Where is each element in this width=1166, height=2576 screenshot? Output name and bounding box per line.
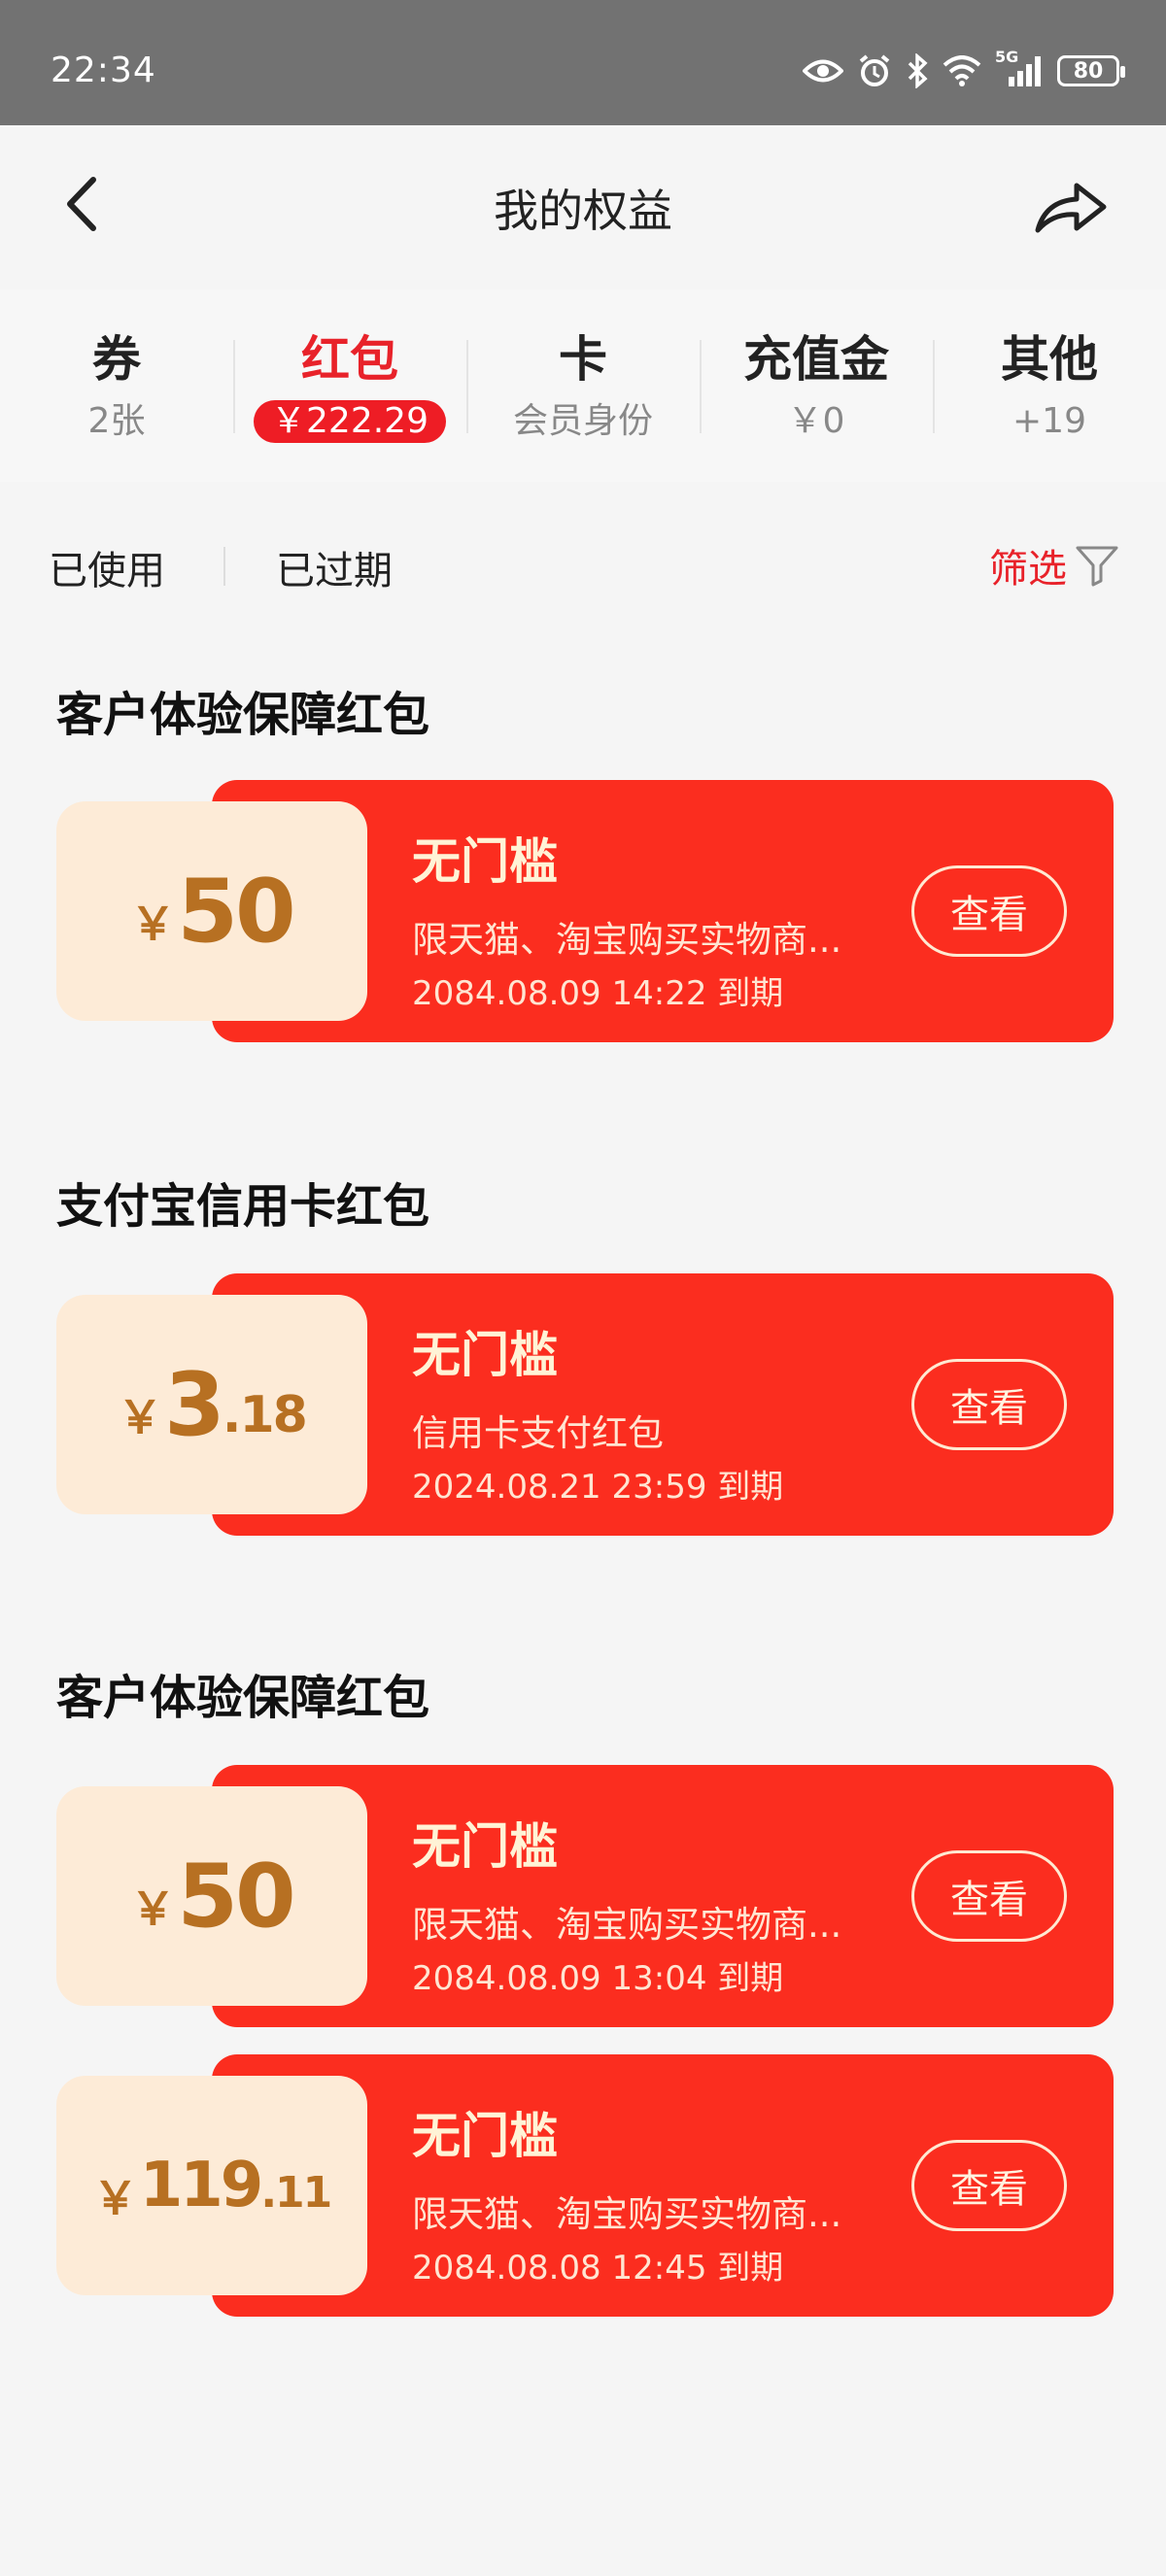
page-title: 我的权益 — [494, 185, 672, 237]
card-amount: ￥ 119.11 — [56, 2076, 367, 2295]
card-amount: ￥ 50 — [56, 801, 367, 1021]
tab-label: 卡 — [559, 331, 607, 388]
currency-symbol: ￥ — [130, 898, 176, 950]
red-packet-card[interactable]: ￥ 50 无门槛 限天猫、淘宝购买实物商... 2084.08.09 13:04 … — [56, 1765, 1114, 2027]
signal-icon: 5G — [995, 48, 1044, 88]
currency-symbol: ￥ — [118, 1391, 163, 1443]
red-packet-card[interactable]: ￥ 50 无门槛 限天猫、淘宝购买实物商... 2084.08.09 14:22 … — [56, 780, 1114, 1042]
tab-label: 充值金 — [743, 331, 889, 388]
section-title: 客户体验保障红包 — [56, 688, 430, 742]
bluetooth-icon — [908, 53, 928, 88]
card-expiry: 2024.08.21 23:59 到期 — [412, 1468, 784, 1507]
tab-others[interactable]: 其他 +19 — [933, 289, 1166, 482]
currency-symbol: ￥ — [130, 1882, 176, 1935]
card-amount: ￥ 3.18 — [56, 1295, 367, 1514]
category-tabs: 券 2张 红包 ￥222.29 卡 会员身份 充值金 ￥0 其他 +19 — [0, 289, 1166, 482]
nav-bar: 我的权益 — [0, 125, 1166, 281]
red-packet-card[interactable]: ￥ 3.18 无门槛 信用卡支付红包 2024.08.21 23:59 到期 查看 — [56, 1273, 1114, 1536]
card-title: 无门槛 — [412, 833, 558, 890]
tab-label: 其他 — [1001, 331, 1098, 388]
card-description: 信用卡支付红包 — [412, 1412, 664, 1454]
wifi-icon — [943, 55, 981, 86]
funnel-icon — [1076, 546, 1118, 587]
amount-decimal: .18 — [222, 1386, 308, 1444]
amount-integer: 3 — [164, 1353, 225, 1456]
section-title: 支付宝信用卡红包 — [56, 1179, 430, 1234]
tab-red-packets[interactable]: 红包 ￥222.29 — [233, 289, 466, 482]
tab-label: 红包 — [301, 331, 398, 388]
card-description: 限天猫、淘宝购买实物商... — [412, 2193, 842, 2235]
card-title: 无门槛 — [412, 1327, 558, 1383]
status-time: 22:34 — [51, 51, 156, 90]
filter-row: 已使用 已过期 筛选 — [0, 529, 1166, 597]
section-title: 客户体验保障红包 — [56, 1671, 430, 1725]
view-button[interactable]: 查看 — [911, 1359, 1067, 1450]
card-title: 无门槛 — [412, 2108, 558, 2164]
tab-label: 券 — [92, 331, 141, 388]
filter-button[interactable]: 筛选 — [989, 537, 1119, 593]
red-packet-card[interactable]: ￥ 119.11 无门槛 限天猫、淘宝购买实物商... 2084.08.08 12… — [56, 2054, 1114, 2317]
amount-integer: 50 — [177, 860, 295, 963]
used-filter-link[interactable]: 已使用 — [49, 539, 165, 595]
amount-decimal: .11 — [260, 2167, 332, 2218]
alarm-icon — [859, 54, 890, 86]
tab-sub: 会员身份 — [512, 401, 653, 441]
card-amount: ￥ 50 — [56, 1786, 367, 2006]
tab-cards[interactable]: 卡 会员身份 — [466, 289, 700, 482]
tab-stored-value[interactable]: 充值金 ￥0 — [700, 289, 933, 482]
network-type: 5G — [995, 48, 1019, 66]
filter-divider — [223, 547, 225, 586]
amount-integer: 119 — [139, 2150, 264, 2221]
card-description: 限天猫、淘宝购买实物商... — [412, 1904, 842, 1946]
filter-label: 筛选 — [989, 547, 1067, 592]
card-expiry: 2084.08.09 13:04 到期 — [412, 1959, 784, 1998]
amount-integer: 50 — [177, 1845, 295, 1948]
card-expiry: 2084.08.08 12:45 到期 — [412, 2249, 784, 2288]
status-icons: 5G 80 — [803, 48, 1125, 88]
tab-count: 2张 — [87, 401, 146, 441]
view-button[interactable]: 查看 — [911, 2140, 1067, 2231]
card-title: 无门槛 — [412, 1818, 558, 1875]
tab-sub: +19 — [1012, 401, 1086, 441]
tab-amount-badge: ￥222.29 — [254, 400, 446, 443]
battery-indicator: 80 — [1057, 55, 1125, 86]
card-description: 限天猫、淘宝购买实物商... — [412, 919, 842, 961]
tab-sub: ￥0 — [787, 401, 845, 441]
share-icon[interactable] — [1032, 176, 1110, 238]
card-expiry: 2084.08.09 14:22 到期 — [412, 974, 784, 1013]
tab-coupons[interactable]: 券 2张 — [0, 289, 233, 482]
eye-icon — [803, 59, 843, 83]
expired-filter-link[interactable]: 已过期 — [276, 539, 393, 595]
view-button[interactable]: 查看 — [911, 1850, 1067, 1942]
currency-symbol: ￥ — [92, 2172, 138, 2224]
view-button[interactable]: 查看 — [911, 865, 1067, 957]
status-bar: 22:34 5G 80 — [0, 0, 1166, 125]
